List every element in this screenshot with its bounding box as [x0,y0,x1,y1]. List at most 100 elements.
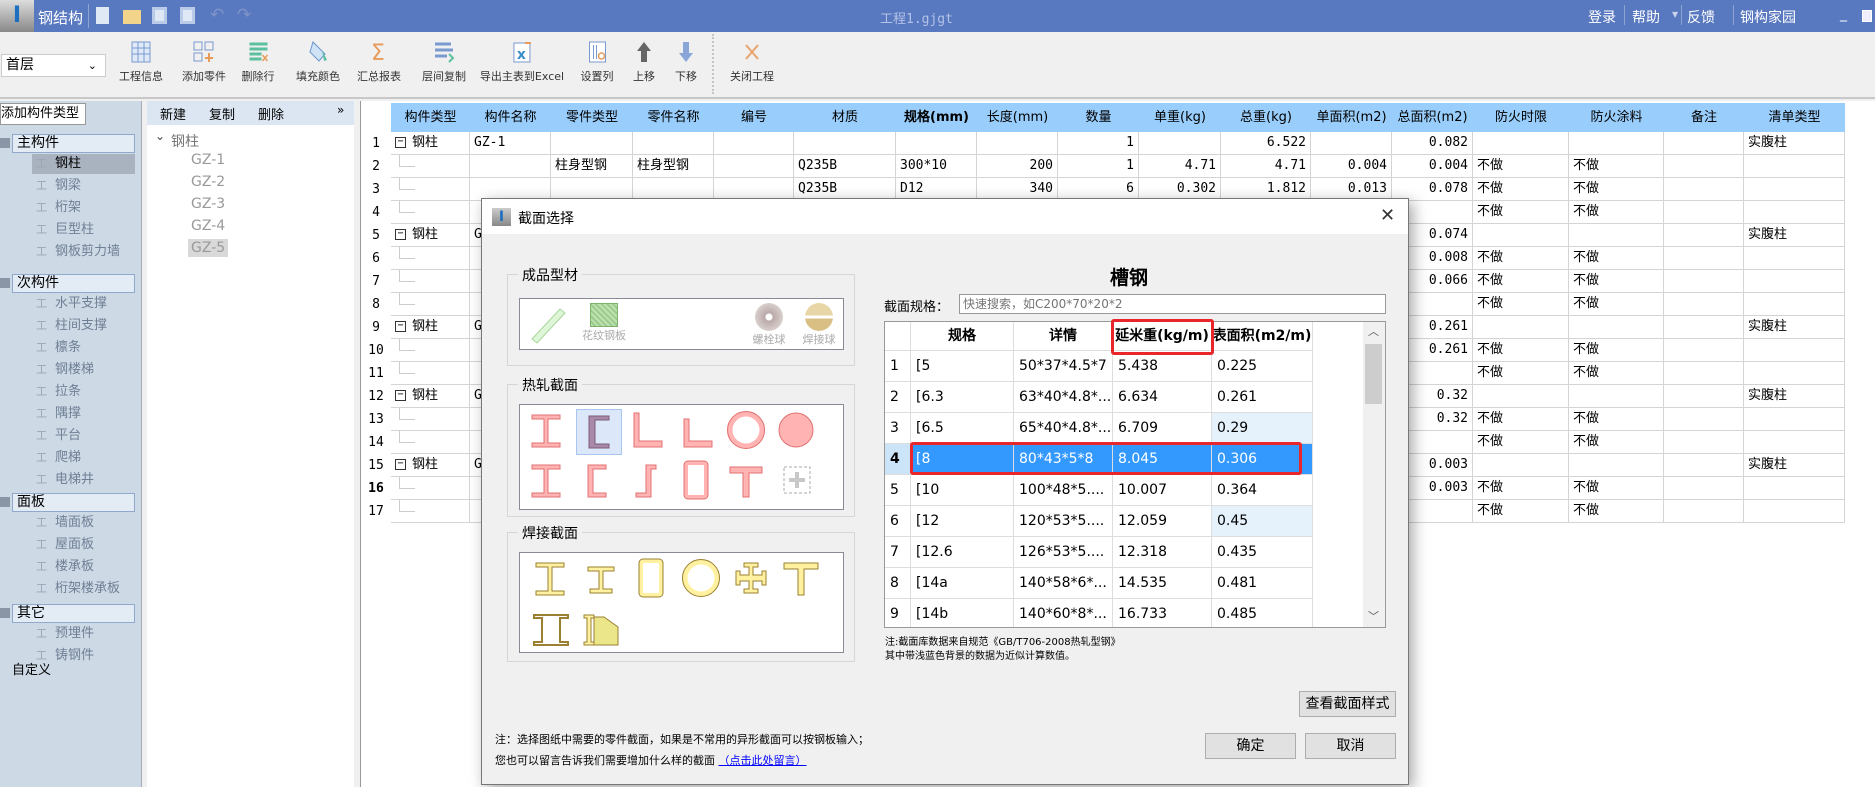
component-type-item[interactable]: 工屋面板 [32,535,135,555]
component-type-item[interactable]: 工钢板剪力墙 [32,242,135,262]
grid-cell[interactable] [1473,316,1569,339]
section-search-input[interactable] [959,294,1386,314]
grid-cell[interactable] [391,431,470,454]
section-cell[interactable]: [14a [911,568,1014,599]
grid-cell[interactable]: 不做 [1473,201,1569,224]
grid-cell[interactable] [1664,431,1744,454]
new-button[interactable]: 新建 [160,104,186,123]
row-number[interactable]: 1 [361,132,391,155]
collapse-icon[interactable] [0,138,10,148]
component-type-item[interactable]: 工墙面板 [32,513,135,533]
row-number[interactable]: 8 [361,293,391,316]
scroll-thumb[interactable] [1365,344,1382,404]
section-cell[interactable]: 6.634 [1113,382,1212,413]
grid-cell[interactable] [1664,454,1744,477]
grid-cell[interactable]: 不做 [1569,270,1664,293]
round-bar-icon[interactable] [776,409,822,455]
column-header[interactable]: 单面积(m2) [1311,103,1392,132]
section-cell[interactable]: 5.438 [1113,351,1212,382]
section-cell[interactable]: 10.007 [1113,475,1212,506]
fill-color-button[interactable]: 填充颜色 [296,40,340,84]
grid-cell[interactable] [1311,132,1392,155]
collapse-icon[interactable]: − [395,321,406,332]
component-type-item[interactable]: 工柱间支撑 [32,316,135,336]
delete-row-button[interactable]: 删除行 [242,40,275,84]
row-number[interactable]: 3 [885,413,911,444]
grid-cell[interactable]: 实腹柱 [1744,224,1845,247]
save-icon[interactable] [152,7,167,24]
group-header[interactable]: 其它 [12,604,135,623]
grid-cell[interactable] [1664,293,1744,316]
grid-cell[interactable]: 0.004 [1392,155,1473,178]
weld-ball-button[interactable]: 焊接球 [795,301,843,347]
welded-tube-icon[interactable] [680,557,726,603]
grid-cell[interactable]: 柱身型钢 [551,155,633,178]
grid-cell[interactable]: 4.71 [1221,155,1311,178]
grid-cell[interactable] [391,477,470,500]
grid-cell[interactable]: − 钢柱 [391,316,470,339]
grid-cell[interactable] [1569,132,1664,155]
section-cell[interactable]: 0.225 [1212,351,1313,382]
column-header[interactable]: 详情 [1014,322,1113,351]
component-type-item[interactable]: 工电梯井 [32,470,135,490]
column-header[interactable]: 长度(mm) [977,103,1058,132]
component-type-item[interactable]: 工平台 [32,426,135,446]
welded-i-beam-icon[interactable] [530,557,576,603]
section-cell[interactable]: 14.535 [1113,568,1212,599]
column-header[interactable]: 防火时限 [1473,103,1569,132]
menu-help[interactable]: 帮助 [1632,7,1660,27]
section-cell[interactable]: 140*60*8*... [1014,599,1113,627]
grid-cell[interactable] [1473,454,1569,477]
cancel-button[interactable]: 取消 [1305,733,1396,759]
row-number[interactable]: 15 [361,454,391,477]
grid-cell[interactable]: 6.522 [1221,132,1311,155]
column-header[interactable]: 数量 [1058,103,1139,132]
row-number[interactable]: 7 [361,270,391,293]
component-type-item[interactable]: 工檩条 [32,338,135,358]
section-cell[interactable]: 120*53*5.... [1014,506,1113,537]
component-type-item[interactable]: 工巨型柱 [32,220,135,240]
grid-cell[interactable] [633,132,714,155]
row-number[interactable]: 9 [885,599,911,627]
component-type-item[interactable]: 工水平支撑 [32,294,135,314]
view-section-style-button[interactable]: 查看截面样式 [1299,691,1396,717]
grid-cell[interactable] [391,247,470,270]
section-cell[interactable]: 12.059 [1113,506,1212,537]
section-cell[interactable]: 63*40*4.8*... [1014,382,1113,413]
redo-icon[interactable]: ↷ [237,5,251,25]
grid-cell[interactable]: 不做 [1473,155,1569,178]
grid-cell[interactable]: 不做 [1473,247,1569,270]
new-file-icon[interactable] [96,7,109,24]
section-cell[interactable]: [12.6 [911,537,1014,568]
grid-cell[interactable] [1744,431,1845,454]
menu-login[interactable]: 登录 [1588,7,1616,27]
collapse-icon[interactable]: − [395,229,406,240]
welded-h-beam-icon[interactable] [580,557,626,603]
grid-cell[interactable]: 不做 [1569,362,1664,385]
welded-box-icon[interactable] [630,557,676,603]
grid-cell[interactable] [391,362,470,385]
checkered-plate-button[interactable]: 花纹钢板 [576,301,632,343]
grid-cell[interactable] [1744,293,1845,316]
column-header[interactable]: 规格 [911,322,1014,351]
close-icon[interactable]: ✕ [1380,205,1395,226]
maximize-button[interactable] [1862,10,1872,22]
channel-icon[interactable] [576,409,622,455]
grid-cell[interactable]: 实腹柱 [1744,316,1845,339]
grid-cell[interactable] [896,132,977,155]
project-info-button[interactable]: 工程信息 [119,40,163,84]
grid-cell[interactable]: 300*10 [896,155,977,178]
tree-root[interactable]: 钢柱 [171,131,199,151]
ok-button[interactable]: 确定 [1205,733,1296,759]
move-down-button[interactable]: 下移 [675,40,697,84]
column-header[interactable]: 构件名称 [470,103,551,132]
grid-cell[interactable]: − 钢柱 [391,224,470,247]
section-cell[interactable]: [6.5 [911,413,1014,444]
grid-cell[interactable] [1664,385,1744,408]
grid-cell[interactable]: 4.71 [1139,155,1221,178]
scrollbar[interactable]: ︿ ﹀ [1363,322,1385,627]
grid-cell[interactable]: 不做 [1473,431,1569,454]
grid-cell[interactable]: 不做 [1569,201,1664,224]
grid-cell[interactable] [391,408,470,431]
section-cell[interactable]: [10 [911,475,1014,506]
